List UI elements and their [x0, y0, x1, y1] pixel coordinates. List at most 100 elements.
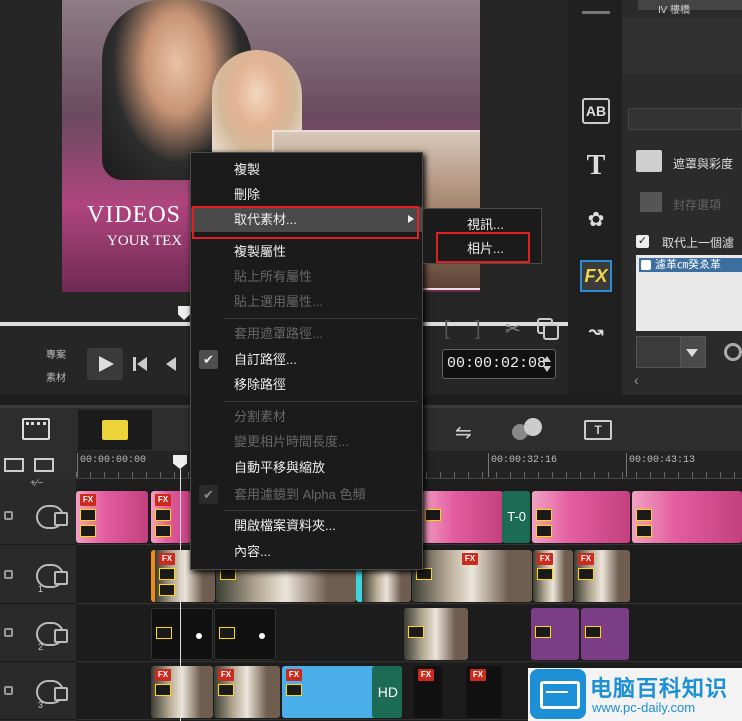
- timeline-clip[interactable]: [532, 491, 630, 543]
- menu-item-open-folder[interactable]: 開啟檔案資料夾...: [191, 513, 422, 538]
- fx-badge: FX: [418, 669, 434, 681]
- menu-item-properties[interactable]: 內容...: [191, 539, 422, 564]
- timeline-clip[interactable]: [151, 608, 213, 660]
- track-number: 3: [38, 700, 44, 710]
- clip-type-icon: [286, 684, 302, 696]
- fx-badge: FX: [155, 669, 171, 681]
- clip-mode-label[interactable]: 素材: [46, 369, 66, 384]
- annotation-highlight-box: [436, 232, 530, 263]
- preset-select[interactable]: [636, 336, 706, 368]
- timeline-clip[interactable]: [421, 491, 503, 543]
- menu-item-delete[interactable]: 刪除: [191, 182, 422, 207]
- clip-type-icon: [578, 568, 594, 580]
- play-button[interactable]: [87, 348, 123, 380]
- menu-item-auto-pan-zoom[interactable]: 自動平移與縮放: [191, 455, 422, 480]
- timeline-clip[interactable]: FX: [76, 491, 148, 543]
- timecode-field[interactable]: 00:00:02:08: [442, 349, 556, 379]
- timeline-clip[interactable]: FX: [414, 666, 442, 718]
- storyboard-view-icon[interactable]: [34, 458, 54, 472]
- timeline-clip[interactable]: FX: [466, 666, 502, 718]
- applied-filter-list[interactable]: 濾革㎝癸ゑ革: [636, 255, 742, 331]
- video-track-header[interactable]: [0, 489, 76, 545]
- overlay-track-2-header[interactable]: 2: [0, 606, 76, 662]
- menu-separator: [223, 510, 418, 511]
- timeline-clip[interactable]: FX: [151, 666, 213, 718]
- timeline-clip[interactable]: FX: [214, 666, 280, 718]
- clip-type-icon: [156, 627, 172, 639]
- menu-item-custom-path[interactable]: ✔ 自訂路徑...: [191, 347, 422, 372]
- menu-item-change-photo-duration: 變更相片時間長度...: [234, 434, 349, 449]
- checkmark-icon: ✔: [199, 350, 218, 369]
- clip-type-icon: [636, 509, 652, 521]
- mask-chroma-label: 遮罩與彩度: [673, 157, 734, 171]
- timeline-clip[interactable]: [214, 608, 276, 660]
- lock-icon[interactable]: [4, 686, 13, 695]
- custom-icon: [640, 192, 662, 212]
- track-number: 2: [38, 642, 44, 652]
- timeline-view-icon[interactable]: [4, 458, 24, 472]
- overlay-track-3-header[interactable]: 3: [0, 664, 76, 720]
- menu-item-apply-filter-alpha: ✔ 套用濾鏡到 Alpha 色頻: [191, 482, 422, 507]
- enlarge-preview-icon[interactable]: [537, 318, 559, 340]
- options-field[interactable]: [628, 108, 742, 130]
- step-back-icon[interactable]: [166, 357, 180, 371]
- film-strip-icon[interactable]: [22, 418, 50, 440]
- lock-icon[interactable]: [4, 511, 13, 520]
- overlay-track-1-header[interactable]: 1: [0, 548, 76, 604]
- menu-item-apply-mask-path: 套用遮罩路徑...: [234, 326, 323, 341]
- transition-track-icon[interactable]: ⇋: [455, 420, 472, 445]
- timeline-clip[interactable]: FX: [574, 550, 630, 602]
- path-icon[interactable]: ↝: [582, 318, 610, 344]
- video-title-text[interactable]: VIDEOS: [87, 202, 181, 229]
- title-icon[interactable]: T: [582, 152, 610, 180]
- timeline-clip[interactable]: FX: [533, 550, 573, 602]
- transition-clip[interactable]: T-0: [502, 491, 530, 543]
- menu-item-copy-attributes[interactable]: 複製屬性: [191, 239, 422, 264]
- menu-item-remove-path[interactable]: 移除路徑: [191, 372, 422, 397]
- mark-in-icon[interactable]: [: [444, 318, 450, 341]
- filter-fx-icon[interactable]: FX: [580, 260, 612, 292]
- overlay-track-2-lane[interactable]: [76, 606, 742, 662]
- audio-icon: [155, 525, 171, 537]
- clip-type-icon: [80, 509, 96, 521]
- clip-type-icon: [537, 568, 553, 580]
- transition-icon[interactable]: AB: [582, 98, 610, 124]
- timeline-clip[interactable]: [404, 608, 468, 660]
- clip-type-icon: [408, 626, 424, 638]
- timeline-clip[interactable]: FX: [412, 550, 532, 602]
- mark-out-icon[interactable]: ]: [475, 318, 481, 341]
- audio-icon: [159, 584, 175, 596]
- go-to-start-icon[interactable]: [133, 357, 149, 371]
- project-mode-label[interactable]: 專案: [46, 346, 66, 361]
- lock-icon[interactable]: [4, 628, 13, 637]
- hd-clip[interactable]: HD: [372, 666, 402, 718]
- menu-item-paste-all-attributes: 貼上所有屬性: [234, 269, 313, 284]
- lock-icon[interactable]: [4, 570, 13, 579]
- track-view-controls[interactable]: [0, 451, 76, 479]
- timeline-clip[interactable]: [531, 608, 579, 660]
- top-dropdown[interactable]: Ⅳ 樓橋: [638, 0, 742, 16]
- title-track-icon[interactable]: T: [584, 420, 612, 440]
- dot-marker: [196, 633, 202, 639]
- menu-item-label: 自訂路徑...: [234, 352, 297, 367]
- library-category-bar: AB T ✿ FX ↝: [568, 0, 622, 395]
- video-track-icon: [36, 505, 68, 529]
- add-remove-track-button[interactable]: +∕−: [30, 478, 43, 489]
- gear-icon[interactable]: [724, 343, 742, 361]
- video-subtitle-text[interactable]: YOUR TEX: [107, 233, 182, 250]
- timecode-value: 00:00:02:08: [447, 355, 547, 372]
- replace-filter-checkbox[interactable]: ✓: [636, 235, 649, 248]
- overlay-track-icon[interactable]: [512, 418, 546, 442]
- scissors-icon[interactable]: ✂: [505, 318, 521, 341]
- graphic-icon[interactable]: ✿: [582, 207, 610, 233]
- filter-list-item[interactable]: 濾革㎝癸ゑ革: [639, 258, 742, 272]
- timecode-spinner[interactable]: [543, 356, 552, 372]
- timeline-clip[interactable]: FX: [151, 491, 191, 543]
- menu-item-copy[interactable]: 複製: [191, 157, 422, 182]
- timeline-clip[interactable]: [581, 608, 629, 660]
- chevron-left-icon[interactable]: ‹: [634, 372, 639, 388]
- top-dropdown-label: Ⅳ 樓橋: [658, 5, 691, 16]
- timeline-clip[interactable]: [632, 491, 742, 543]
- media-icon[interactable]: [582, 0, 610, 14]
- timeline-view-tab[interactable]: [78, 410, 152, 450]
